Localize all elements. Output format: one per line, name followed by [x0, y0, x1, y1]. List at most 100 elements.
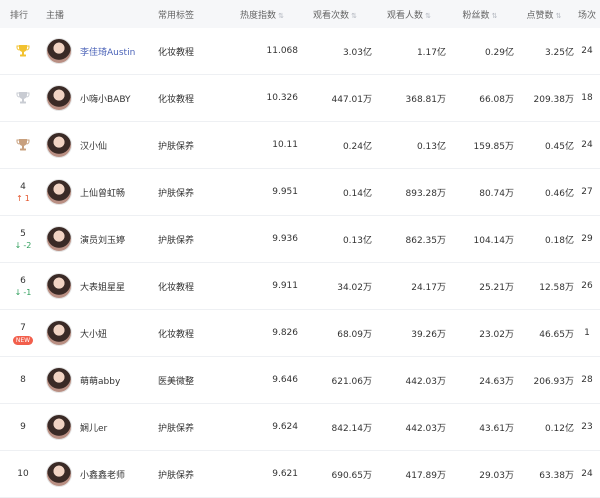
- host-name-link[interactable]: 娴儿er: [80, 421, 107, 434]
- likes-cell: 206.93万: [533, 376, 575, 387]
- host-cell[interactable]: 大小妞: [46, 320, 158, 346]
- likes-cell: 209.38万: [533, 94, 575, 105]
- fans-cell: 43.61万: [479, 423, 514, 434]
- tag-cell: 化妆教程: [158, 282, 195, 293]
- heat-index-cell: 9.646: [272, 375, 298, 385]
- header-views-sort[interactable]: 观看次数 ⇅: [298, 8, 372, 21]
- host-name-link[interactable]: 小嗨小BABY: [80, 92, 131, 105]
- host-name-link[interactable]: 大小妞: [80, 327, 107, 340]
- avatar[interactable]: [46, 85, 72, 111]
- host-cell[interactable]: 大表姐星星: [46, 273, 158, 299]
- rank-cell: 4 ↑ 1: [0, 181, 46, 204]
- host-name-link[interactable]: 李佳琦Austin: [80, 45, 135, 58]
- sort-icon: ⇅: [425, 11, 431, 20]
- rank-number: 6: [20, 275, 26, 286]
- header-heat-sort[interactable]: 热度指数 ⇅: [226, 8, 298, 21]
- rank-down-indicator: ↓ -2: [15, 240, 32, 251]
- table-row[interactable]: 7 NEW 大小妞 化妆教程 9.826 68.09万 39.26万 23.02万 46.65万…: [0, 310, 600, 357]
- host-cell[interactable]: 上仙曾虹畅: [46, 179, 158, 205]
- heat-index-cell: 10.11: [272, 140, 298, 150]
- viewers-cell: 442.03万: [405, 423, 447, 434]
- rank-change-value: -1: [23, 287, 32, 297]
- trophy-icon: [16, 92, 30, 104]
- trophy-icon: [16, 139, 30, 151]
- avatar[interactable]: [46, 461, 72, 487]
- likes-cell: 0.18亿: [544, 235, 574, 246]
- avatar[interactable]: [46, 367, 72, 393]
- heat-index-cell: 9.621: [272, 469, 298, 479]
- sessions-cell: 29: [581, 234, 593, 244]
- trophy-icon: [16, 45, 30, 57]
- header-fans-sort[interactable]: 粉丝数 ⇅: [446, 8, 514, 21]
- table-row[interactable]: 6 ↓ -1 大表姐星星 化妆教程 9.911 34.02万 24.17万 25.21万 12.5…: [0, 263, 600, 310]
- heat-index-cell: 9.936: [272, 234, 298, 244]
- rank-cell: [0, 90, 46, 106]
- host-cell[interactable]: 小鑫鑫老师: [46, 461, 158, 487]
- avatar[interactable]: [46, 132, 72, 158]
- rank-cell: 8: [0, 374, 46, 386]
- header-viewers-sort[interactable]: 观看人数 ⇅: [372, 8, 446, 21]
- table-row[interactable]: 李佳琦Austin 化妆教程 11.068 3.03亿 1.17亿 0.29亿 3.25亿 2…: [0, 28, 600, 75]
- fans-cell: 0.29亿: [484, 47, 514, 58]
- table-row[interactable]: 9 娴儿er 护肤保养 9.624 842.14万 442.03万 43.61万 0.12亿 2…: [0, 404, 600, 451]
- host-cell[interactable]: 小嗨小BABY: [46, 85, 158, 111]
- rank-cell: 5 ↓ -2: [0, 228, 46, 251]
- rank-cell: 6 ↓ -1: [0, 275, 46, 298]
- host-name-link[interactable]: 小鑫鑫老师: [80, 468, 125, 481]
- tag-cell: 护肤保养: [158, 188, 195, 199]
- header-tag: 常用标签: [158, 10, 195, 21]
- sessions-cell: 27: [581, 187, 593, 197]
- new-badge: NEW: [12, 335, 34, 345]
- fans-cell: 23.02万: [479, 329, 514, 340]
- table-row[interactable]: 10 小鑫鑫老师 护肤保养 9.621 690.65万 417.89万 29.03万 63.3…: [0, 451, 600, 498]
- table-row[interactable]: 4 ↑ 1 上仙曾虹畅 护肤保养 9.951 0.14亿 893.28万 80.74万 0.46亿…: [0, 169, 600, 216]
- likes-cell: 63.38万: [539, 470, 574, 481]
- host-name-link[interactable]: 萌萌abby: [80, 374, 120, 387]
- rank-number: 8: [20, 375, 26, 385]
- header-likes-sort[interactable]: 点赞数 ⇅: [514, 8, 574, 21]
- host-cell[interactable]: 萌萌abby: [46, 367, 158, 393]
- views-cell: 690.65万: [331, 470, 373, 481]
- viewers-cell: 417.89万: [405, 470, 447, 481]
- ranking-table: 排行 主播 常用标签 热度指数 ⇅ 观看次数 ⇅ 观看人数 ⇅ 粉丝数 ⇅ 点赞数 ⇅ 场…: [0, 0, 600, 498]
- table-row[interactable]: 8 萌萌abby 医美微整 9.646 621.06万 442.03万 24.63万 206.…: [0, 357, 600, 404]
- host-cell[interactable]: 娴儿er: [46, 414, 158, 440]
- rank-number: 7: [20, 322, 26, 333]
- rank-change-value: 1: [24, 193, 30, 203]
- likes-cell: 46.65万: [539, 329, 574, 340]
- fans-cell: 104.14万: [473, 235, 515, 246]
- views-cell: 34.02万: [337, 282, 372, 293]
- host-name-link[interactable]: 上仙曾虹畅: [80, 186, 125, 199]
- views-cell: 68.09万: [337, 329, 372, 340]
- host-cell[interactable]: 李佳琦Austin: [46, 38, 158, 64]
- rank-cell: 9: [0, 421, 46, 433]
- likes-cell: 3.25亿: [544, 47, 574, 58]
- table-row[interactable]: 汉小仙 护肤保养 10.11 0.24亿 0.13亿 159.85万 0.45亿 24: [0, 122, 600, 169]
- avatar[interactable]: [46, 226, 72, 252]
- tag-cell: 护肤保养: [158, 423, 195, 434]
- table-row[interactable]: 小嗨小BABY 化妆教程 10.326 447.01万 368.81万 66.08万 209…: [0, 75, 600, 122]
- avatar[interactable]: [46, 179, 72, 205]
- avatar[interactable]: [46, 320, 72, 346]
- sort-icon: ⇅: [555, 11, 562, 20]
- host-cell[interactable]: 演员刘玉婷: [46, 226, 158, 252]
- rank-number: 9: [20, 422, 26, 432]
- viewers-cell: 442.03万: [405, 376, 447, 387]
- views-cell: 621.06万: [331, 376, 373, 387]
- tag-cell: 化妆教程: [158, 329, 195, 340]
- likes-cell: 0.46亿: [544, 188, 574, 199]
- avatar[interactable]: [46, 38, 72, 64]
- avatar[interactable]: [46, 273, 72, 299]
- host-cell[interactable]: 汉小仙: [46, 132, 158, 158]
- host-name-link[interactable]: 大表姐星星: [80, 280, 125, 293]
- rank-down-indicator: ↓ -1: [15, 287, 32, 298]
- sessions-cell: 26: [581, 281, 593, 291]
- avatar[interactable]: [46, 414, 72, 440]
- host-name-link[interactable]: 演员刘玉婷: [80, 233, 125, 246]
- viewers-cell: 862.35万: [405, 235, 447, 246]
- table-row[interactable]: 5 ↓ -2 演员刘玉婷 护肤保养 9.936 0.13亿 862.35万 104.14万 0.1…: [0, 216, 600, 263]
- host-name-link[interactable]: 汉小仙: [80, 139, 107, 152]
- header-host: 主播: [46, 10, 65, 21]
- heat-index-cell: 9.951: [272, 187, 298, 197]
- heat-index-cell: 10.326: [266, 93, 299, 103]
